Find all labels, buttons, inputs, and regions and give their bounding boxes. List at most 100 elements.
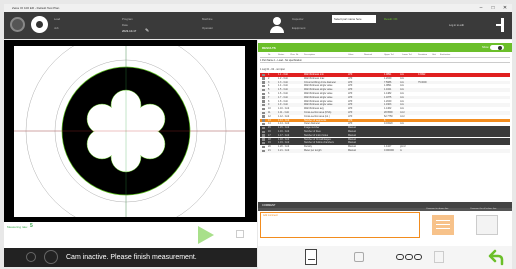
row-checkbox[interactable] bbox=[262, 107, 265, 111]
row-checkbox[interactable] bbox=[262, 126, 265, 130]
user-icon[interactable] bbox=[270, 17, 284, 34]
window-title-bar: Zeiss OI 100 ER - Default Test Plan – □ … bbox=[4, 4, 512, 12]
edit-icon[interactable]: ✎ bbox=[145, 28, 149, 34]
table-row[interactable]: 21 1.21 - Cott Meter per length Manual 0.000… bbox=[260, 149, 510, 153]
row-description: Meter per length bbox=[304, 149, 322, 152]
show-toggle-label: Show bbox=[482, 46, 489, 49]
top-info-bar: Load Job Program Date 2023-10-17 ✎ Machi… bbox=[4, 12, 512, 39]
inspector-label: Inspector bbox=[292, 17, 304, 21]
row-checkbox[interactable] bbox=[262, 111, 265, 114]
measuring-rate-label: Measuring rate: bbox=[7, 225, 28, 229]
login-label: Log in to edit bbox=[449, 24, 464, 27]
report-icon[interactable] bbox=[305, 249, 317, 265]
comment-sub: Comment in drawn line Comment for all va… bbox=[258, 208, 512, 211]
row-char-id: 1.21 - Cott bbox=[278, 149, 290, 152]
col-nominal: Nominal bbox=[364, 54, 373, 56]
part-select[interactable]: Select part name here bbox=[332, 15, 376, 23]
comment-preview-icon[interactable] bbox=[432, 215, 454, 235]
close-icon[interactable]: ✕ bbox=[500, 4, 510, 12]
group-title-1: 1 Part Name 1 - Load - No specification bbox=[260, 59, 302, 62]
col-dev: Deviation bbox=[418, 54, 428, 56]
date-value: 2023-10-17 bbox=[122, 29, 137, 33]
row-checkbox[interactable] bbox=[262, 77, 265, 80]
col-desc: Description bbox=[304, 54, 315, 56]
shutter-icon[interactable] bbox=[44, 250, 58, 264]
program-label: Program bbox=[122, 17, 133, 21]
comment-input[interactable]: Add comment bbox=[260, 212, 420, 238]
part-select-value: Select part name here bbox=[334, 17, 362, 21]
status-bar: Cam inactive. Please finish measurement. bbox=[4, 248, 257, 267]
load-label: Load bbox=[54, 17, 61, 21]
row-checkbox[interactable] bbox=[262, 73, 265, 76]
col-lower: Lower Tol. bbox=[402, 54, 412, 56]
bottom-toolbar bbox=[258, 246, 512, 269]
row-checkbox[interactable] bbox=[262, 122, 265, 126]
machine-label: Machine bbox=[202, 17, 213, 21]
row-checkbox[interactable] bbox=[262, 119, 265, 122]
camera-panel bbox=[4, 40, 257, 223]
row-checkbox[interactable] bbox=[262, 92, 265, 95]
row-checkbox[interactable] bbox=[262, 141, 265, 145]
row-checkbox[interactable] bbox=[262, 130, 265, 133]
settings-icon[interactable] bbox=[354, 252, 364, 262]
window-title: Zeiss OI 100 ER - Default Test Plan bbox=[12, 6, 60, 10]
row-checkbox[interactable] bbox=[262, 115, 265, 118]
status-message: Cam inactive. Please finish measurement. bbox=[66, 254, 197, 261]
comment-preview-icon-2[interactable] bbox=[476, 215, 498, 235]
row-value: 0.000000 bbox=[384, 149, 394, 152]
minimize-icon[interactable]: – bbox=[476, 4, 486, 12]
comment-area: Add comment bbox=[260, 212, 510, 238]
comment-title: COMMENT bbox=[262, 203, 276, 207]
col-unit: Unit bbox=[432, 54, 436, 56]
row-checkbox[interactable] bbox=[262, 81, 265, 84]
doc-icon[interactable] bbox=[434, 251, 444, 263]
group-header-2[interactable]: 1 Log 01 - 02 - no input bbox=[260, 68, 510, 72]
col-char: Char. Nr. bbox=[290, 54, 299, 56]
row-checkbox[interactable] bbox=[262, 138, 265, 141]
show-toggle[interactable] bbox=[490, 45, 504, 50]
link-icon[interactable] bbox=[396, 251, 424, 263]
camera-icon[interactable] bbox=[26, 252, 36, 262]
equipment-label: Equipment bbox=[292, 26, 306, 30]
maximize-icon[interactable]: □ bbox=[488, 4, 498, 12]
exit-icon[interactable] bbox=[496, 18, 506, 32]
camera-view[interactable] bbox=[14, 46, 245, 217]
cross-section-image bbox=[14, 46, 245, 217]
date-label: Date bbox=[122, 23, 128, 27]
results-column-headers: Nr. Status Char. Nr. Description Value N… bbox=[260, 54, 510, 58]
comment-placeholder: Add comment bbox=[263, 214, 278, 217]
group-header-1[interactable]: 1 Part Name 1 - Load - No specification bbox=[260, 59, 510, 63]
row-checkbox[interactable] bbox=[262, 96, 265, 99]
row-checkbox[interactable] bbox=[262, 149, 265, 152]
col-nr: Nr. bbox=[268, 54, 271, 56]
results-header: RESULTS Show bbox=[258, 43, 512, 52]
row-number: 21 bbox=[268, 149, 271, 152]
back-arrow-icon[interactable] bbox=[486, 249, 504, 266]
measuring-area: Measuring rate: 5 bbox=[4, 222, 257, 248]
status-text: Result: OK bbox=[384, 17, 398, 21]
operator-label: Operator bbox=[202, 26, 214, 30]
group-title-2: 1 Log 01 - 02 - no input bbox=[260, 68, 285, 71]
results-title: RESULTS bbox=[262, 46, 276, 50]
expand-icon[interactable] bbox=[236, 230, 244, 238]
row-checkbox[interactable] bbox=[262, 100, 265, 103]
row-type: Manual bbox=[348, 149, 356, 152]
col-upper: Upper Tol. bbox=[384, 54, 394, 56]
job-label: Job bbox=[54, 26, 59, 30]
row-checkbox[interactable] bbox=[262, 88, 265, 92]
results-panel: RESULTS Show Nr. Status Char. Nr. Descri… bbox=[258, 40, 512, 269]
comment-right-label-2: Comment for all values line bbox=[470, 208, 497, 210]
row-unit: m bbox=[400, 149, 402, 152]
row-checkbox[interactable] bbox=[262, 134, 265, 137]
row-checkbox[interactable] bbox=[262, 84, 265, 88]
row-checkbox[interactable] bbox=[262, 103, 265, 107]
col-eval: Evaluation bbox=[440, 54, 451, 56]
row-checkbox[interactable] bbox=[262, 145, 265, 149]
col-value: Value bbox=[348, 54, 354, 56]
record-icon[interactable] bbox=[31, 16, 48, 33]
measuring-rate-value: 5 bbox=[30, 223, 33, 229]
gauge-icon[interactable] bbox=[10, 17, 25, 32]
col-status: Status bbox=[278, 54, 285, 56]
play-icon[interactable] bbox=[198, 226, 214, 244]
comment-right-label-1: Comment in drawn line bbox=[426, 208, 449, 210]
